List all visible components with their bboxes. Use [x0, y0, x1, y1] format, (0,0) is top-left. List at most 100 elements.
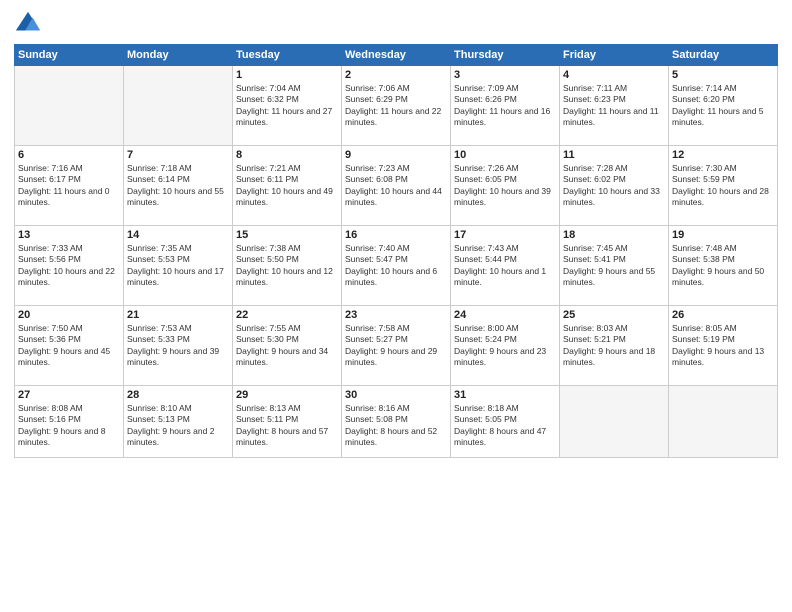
- day-number: 13: [18, 229, 120, 241]
- day-detail: Sunrise: 7:35 AMSunset: 5:53 PMDaylight:…: [127, 243, 229, 289]
- day-detail: Sunrise: 7:45 AMSunset: 5:41 PMDaylight:…: [563, 243, 665, 289]
- logo: [14, 10, 46, 38]
- day-detail: Sunrise: 7:50 AMSunset: 5:36 PMDaylight:…: [18, 323, 120, 369]
- day-number: 25: [563, 309, 665, 321]
- day-cell: 5 Sunrise: 7:14 AMSunset: 6:20 PMDaylight…: [669, 66, 778, 146]
- day-cell: 17 Sunrise: 7:43 AMSunset: 5:44 PMDayligh…: [451, 226, 560, 306]
- day-detail: Sunrise: 8:03 AMSunset: 5:21 PMDaylight:…: [563, 323, 665, 369]
- day-cell: 10Sunrise: 7:26 AMSunset: 6:05 PMDayligh…: [451, 146, 560, 226]
- day-detail: Sunrise: 7:18 AMSunset: 6:14 PMDaylight:…: [127, 163, 229, 209]
- day-detail: Sunrise: 7:38 AMSunset: 5:50 PMDaylight:…: [236, 243, 338, 289]
- day-cell: 13 Sunrise: 7:33 AMSunset: 5:56 PMDayligh…: [15, 226, 124, 306]
- day-detail: Sunrise: 7:11 AMSunset: 6:23 PMDaylight:…: [563, 83, 665, 129]
- day-number: 17: [454, 229, 556, 241]
- day-header-tuesday: Tuesday: [233, 45, 342, 66]
- day-detail: Sunrise: 8:18 AMSunset: 5:05 PMDaylight:…: [454, 403, 556, 449]
- day-number: 11: [563, 149, 665, 161]
- day-detail: Sunrise: 8:08 AMSunset: 5:16 PMDaylight:…: [18, 403, 120, 449]
- day-number: 2: [345, 69, 447, 81]
- day-cell: [124, 66, 233, 146]
- day-detail: Sunrise: 8:16 AMSunset: 5:08 PMDaylight:…: [345, 403, 447, 449]
- day-number: 29: [236, 389, 338, 401]
- day-cell: 23 Sunrise: 7:58 AMSunset: 5:27 PMDayligh…: [342, 306, 451, 386]
- day-number: 4: [563, 69, 665, 81]
- day-number: 21: [127, 309, 229, 321]
- header: [14, 10, 778, 38]
- day-detail: Sunrise: 7:16 AMSunset: 6:17 PMDaylight:…: [18, 163, 120, 209]
- day-header-monday: Monday: [124, 45, 233, 66]
- day-detail: Sunrise: 8:10 AMSunset: 5:13 PMDaylight:…: [127, 403, 229, 449]
- day-number: 12: [672, 149, 774, 161]
- day-detail: Sunrise: 7:53 AMSunset: 5:33 PMDaylight:…: [127, 323, 229, 369]
- day-header-wednesday: Wednesday: [342, 45, 451, 66]
- calendar-header-row: SundayMondayTuesdayWednesdayThursdayFrid…: [15, 45, 778, 66]
- day-number: 28: [127, 389, 229, 401]
- day-number: 10: [454, 149, 556, 161]
- day-cell: 4 Sunrise: 7:11 AMSunset: 6:23 PMDaylight…: [560, 66, 669, 146]
- day-number: 20: [18, 309, 120, 321]
- day-detail: Sunrise: 8:00 AMSunset: 5:24 PMDaylight:…: [454, 323, 556, 369]
- day-detail: Sunrise: 7:21 AMSunset: 6:11 PMDaylight:…: [236, 163, 338, 209]
- day-detail: Sunrise: 7:40 AMSunset: 5:47 PMDaylight:…: [345, 243, 447, 289]
- day-number: 16: [345, 229, 447, 241]
- day-number: 3: [454, 69, 556, 81]
- day-number: 5: [672, 69, 774, 81]
- week-row-4: 20 Sunrise: 7:50 AMSunset: 5:36 PMDayligh…: [15, 306, 778, 386]
- day-number: 26: [672, 309, 774, 321]
- day-cell: [669, 386, 778, 458]
- day-detail: Sunrise: 7:43 AMSunset: 5:44 PMDaylight:…: [454, 243, 556, 289]
- day-cell: 12 Sunrise: 7:30 AMSunset: 5:59 PMDayligh…: [669, 146, 778, 226]
- day-number: 9: [345, 149, 447, 161]
- day-number: 30: [345, 389, 447, 401]
- day-detail: Sunrise: 7:55 AMSunset: 5:30 PMDaylight:…: [236, 323, 338, 369]
- day-header-friday: Friday: [560, 45, 669, 66]
- day-number: 8: [236, 149, 338, 161]
- day-detail: Sunrise: 8:05 AMSunset: 5:19 PMDaylight:…: [672, 323, 774, 369]
- day-cell: 16 Sunrise: 7:40 AMSunset: 5:47 PMDayligh…: [342, 226, 451, 306]
- week-row-5: 27 Sunrise: 8:08 AMSunset: 5:16 PMDayligh…: [15, 386, 778, 458]
- day-cell: 6 Sunrise: 7:16 AMSunset: 6:17 PMDaylight…: [15, 146, 124, 226]
- day-number: 19: [672, 229, 774, 241]
- day-number: 18: [563, 229, 665, 241]
- day-cell: 26 Sunrise: 8:05 AMSunset: 5:19 PMDayligh…: [669, 306, 778, 386]
- day-detail: Sunrise: 7:04 AMSunset: 6:32 PMDaylight:…: [236, 83, 338, 129]
- day-number: 6: [18, 149, 120, 161]
- day-detail: Sunrise: 7:06 AMSunset: 6:29 PMDaylight:…: [345, 83, 447, 129]
- day-detail: Sunrise: 8:13 AMSunset: 5:11 PMDaylight:…: [236, 403, 338, 449]
- day-cell: 27 Sunrise: 8:08 AMSunset: 5:16 PMDayligh…: [15, 386, 124, 458]
- day-detail: Sunrise: 7:33 AMSunset: 5:56 PMDaylight:…: [18, 243, 120, 289]
- day-cell: 9 Sunrise: 7:23 AMSunset: 6:08 PMDaylight…: [342, 146, 451, 226]
- day-detail: Sunrise: 7:28 AMSunset: 6:02 PMDaylight:…: [563, 163, 665, 209]
- page: SundayMondayTuesdayWednesdayThursdayFrid…: [0, 0, 792, 612]
- day-cell: 24 Sunrise: 8:00 AMSunset: 5:24 PMDayligh…: [451, 306, 560, 386]
- day-cell: 14 Sunrise: 7:35 AMSunset: 5:53 PMDayligh…: [124, 226, 233, 306]
- day-cell: 20 Sunrise: 7:50 AMSunset: 5:36 PMDayligh…: [15, 306, 124, 386]
- day-detail: Sunrise: 7:30 AMSunset: 5:59 PMDaylight:…: [672, 163, 774, 209]
- day-number: 15: [236, 229, 338, 241]
- day-cell: 8 Sunrise: 7:21 AMSunset: 6:11 PMDaylight…: [233, 146, 342, 226]
- day-header-saturday: Saturday: [669, 45, 778, 66]
- day-number: 14: [127, 229, 229, 241]
- day-number: 31: [454, 389, 556, 401]
- day-number: 27: [18, 389, 120, 401]
- day-cell: 2 Sunrise: 7:06 AMSunset: 6:29 PMDaylight…: [342, 66, 451, 146]
- day-cell: 3Sunrise: 7:09 AMSunset: 6:26 PMDaylight…: [451, 66, 560, 146]
- day-detail: Sunrise: 7:58 AMSunset: 5:27 PMDaylight:…: [345, 323, 447, 369]
- week-row-1: 1Sunrise: 7:04 AMSunset: 6:32 PMDaylight…: [15, 66, 778, 146]
- day-cell: 31 Sunrise: 8:18 AMSunset: 5:05 PMDayligh…: [451, 386, 560, 458]
- calendar-body: 1Sunrise: 7:04 AMSunset: 6:32 PMDaylight…: [15, 66, 778, 458]
- day-cell: 30 Sunrise: 8:16 AMSunset: 5:08 PMDayligh…: [342, 386, 451, 458]
- day-cell: 11 Sunrise: 7:28 AMSunset: 6:02 PMDayligh…: [560, 146, 669, 226]
- day-cell: [560, 386, 669, 458]
- day-detail: Sunrise: 7:14 AMSunset: 6:20 PMDaylight:…: [672, 83, 774, 129]
- day-detail: Sunrise: 7:23 AMSunset: 6:08 PMDaylight:…: [345, 163, 447, 209]
- day-header-thursday: Thursday: [451, 45, 560, 66]
- day-cell: 28 Sunrise: 8:10 AMSunset: 5:13 PMDayligh…: [124, 386, 233, 458]
- week-row-2: 6 Sunrise: 7:16 AMSunset: 6:17 PMDaylight…: [15, 146, 778, 226]
- week-row-3: 13 Sunrise: 7:33 AMSunset: 5:56 PMDayligh…: [15, 226, 778, 306]
- day-number: 23: [345, 309, 447, 321]
- day-cell: 15 Sunrise: 7:38 AMSunset: 5:50 PMDayligh…: [233, 226, 342, 306]
- day-cell: 18 Sunrise: 7:45 AMSunset: 5:41 PMDayligh…: [560, 226, 669, 306]
- day-number: 24: [454, 309, 556, 321]
- day-cell: 25 Sunrise: 8:03 AMSunset: 5:21 PMDayligh…: [560, 306, 669, 386]
